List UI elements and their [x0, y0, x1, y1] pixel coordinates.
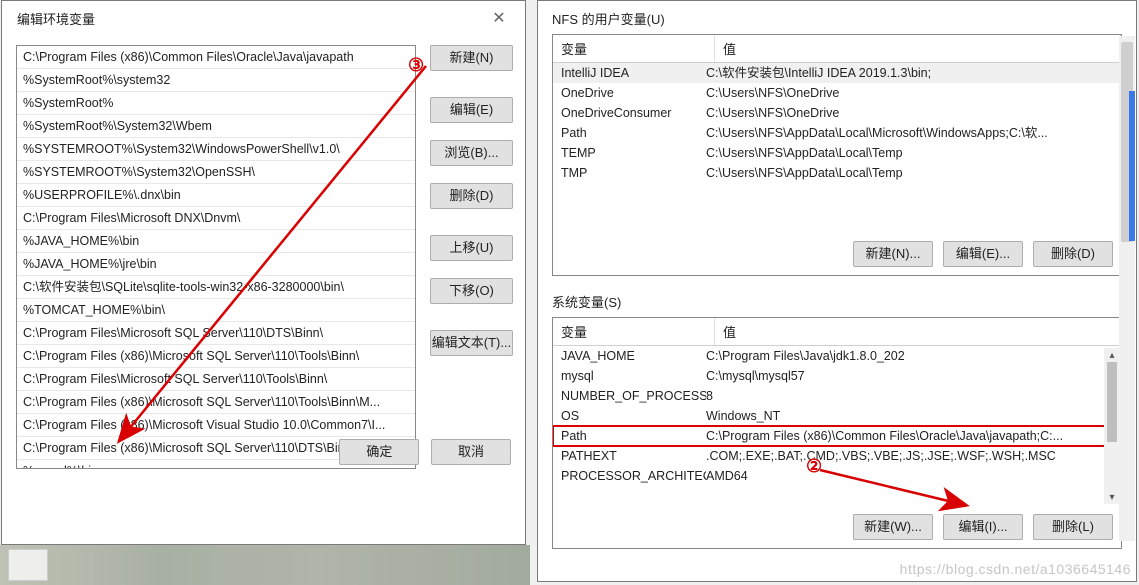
table-row[interactable]: PROCESSOR_ARCHITECT...AMD64 — [553, 466, 1121, 486]
list-item[interactable]: %SystemRoot%\System32\Wbem — [17, 115, 415, 138]
list-item[interactable]: %USERPROFILE%\.dnx\bin — [17, 184, 415, 207]
marker-3: ③ — [408, 55, 424, 76]
table-row[interactable]: OSWindows_NT — [553, 406, 1121, 426]
list-item[interactable]: C:\Program Files (x86)\Common Files\Orac… — [17, 46, 415, 69]
close-icon[interactable]: ✕ — [483, 6, 515, 30]
sys-vars-box: 变量 值 JAVA_HOMEC:\Program Files\Java\jdk1… — [552, 317, 1122, 549]
user-vars-box: 变量 值 IntelliJ IDEAC:\软件安装包\IntelliJ IDEA… — [552, 34, 1122, 276]
table-row[interactable]: PathC:\Users\NFS\AppData\Local\Microsoft… — [553, 123, 1121, 143]
sys-vars-body: JAVA_HOMEC:\Program Files\Java\jdk1.8.0_… — [553, 346, 1121, 506]
user-vars-body: IntelliJ IDEAC:\软件安装包\IntelliJ IDEA 2019… — [553, 63, 1121, 233]
list-item[interactable]: %SystemRoot% — [17, 92, 415, 115]
list-item[interactable]: C:\Program Files\Microsoft DNX\Dnvm\ — [17, 207, 415, 230]
table-row[interactable]: NUMBER_OF_PROCESSORS8 — [553, 386, 1121, 406]
column-variable[interactable]: 变量 — [553, 318, 715, 345]
sys-delete-button[interactable]: 删除(L) — [1033, 514, 1113, 540]
table-row[interactable]: IntelliJ IDEAC:\软件安装包\IntelliJ IDEA 2019… — [553, 63, 1121, 83]
list-item[interactable]: C:\Program Files\Microsoft SQL Server\11… — [17, 368, 415, 391]
list-item[interactable]: C:\Program Files\Microsoft SQL Server\11… — [17, 322, 415, 345]
table-row[interactable]: JAVA_HOMEC:\Program Files\Java\jdk1.8.0_… — [553, 346, 1121, 366]
ok-button[interactable]: 确定 — [339, 439, 419, 465]
table-row[interactable]: OneDriveConsumerC:\Users\NFS\OneDrive — [553, 103, 1121, 123]
list-item[interactable]: C:\Program Files (x86)\Microsoft SQL Ser… — [17, 391, 415, 414]
move-up-button[interactable]: 上移(U) — [430, 235, 513, 261]
user-delete-button[interactable]: 删除(D) — [1033, 241, 1113, 267]
list-item[interactable]: %SYSTEMROOT%\System32\WindowsPowerShell\… — [17, 138, 415, 161]
table-row[interactable]: TMPC:\Users\NFS\AppData\Local\Temp — [553, 163, 1121, 183]
cancel-button[interactable]: 取消 — [431, 439, 511, 465]
list-item[interactable]: %JAVA_HOME%\bin — [17, 230, 415, 253]
scroll-up-icon[interactable]: ▴ — [1104, 348, 1120, 362]
titlebar: 编辑环境变量 ✕ — [2, 1, 525, 35]
table-row[interactable]: TEMPC:\Users\NFS\AppData\Local\Temp — [553, 143, 1121, 163]
new-button[interactable]: 新建(N) — [430, 45, 513, 71]
list-item[interactable]: %SYSTEMROOT%\System32\OpenSSH\ — [17, 161, 415, 184]
edit-env-var-dialog: 编辑环境变量 ✕ C:\Program Files (x86)\Common F… — [1, 0, 526, 545]
list-item[interactable]: C:\软件安装包\SQLite\sqlite-tools-win32-x86-3… — [17, 276, 415, 299]
scroll-down-icon[interactable]: ▾ — [1104, 490, 1120, 504]
list-item[interactable]: C:\Program Files (x86)\Microsoft Visual … — [17, 414, 415, 437]
user-edit-button[interactable]: 编辑(E)... — [943, 241, 1023, 267]
list-item[interactable]: %TOMCAT_HOME%\bin\ — [17, 299, 415, 322]
edit-text-button[interactable]: 编辑文本(T)... — [430, 330, 513, 356]
table-row[interactable]: mysqlC:\mysql\mysql57 — [553, 366, 1121, 386]
column-value[interactable]: 值 — [715, 318, 1121, 345]
move-down-button[interactable]: 下移(O) — [430, 278, 513, 304]
sys-vars-buttons: 新建(W)... 编辑(I)... 删除(L) — [553, 506, 1121, 548]
user-vars-buttons: 新建(N)... 编辑(E)... 删除(D) — [553, 233, 1121, 275]
path-list[interactable]: C:\Program Files (x86)\Common Files\Orac… — [16, 45, 416, 469]
sys-scrollbar[interactable]: ▴ ▾ — [1104, 348, 1120, 504]
sys-vars-caption: 系统变量(S) — [538, 284, 1136, 315]
sys-new-button[interactable]: 新建(W)... — [853, 514, 933, 540]
table-row[interactable]: PATHEXT.COM;.EXE;.BAT;.CMD;.VBS;.VBE;.JS… — [553, 446, 1121, 466]
table-row[interactable]: OneDriveC:\Users\NFS\OneDrive — [553, 83, 1121, 103]
delete-button[interactable]: 删除(D) — [430, 183, 513, 209]
scroll-thumb[interactable] — [1107, 362, 1117, 442]
list-item[interactable]: %JAVA_HOME%\jre\bin — [17, 253, 415, 276]
env-vars-panel: NFS 的用户变量(U) 变量 值 IntelliJ IDEAC:\软件安装包\… — [537, 0, 1137, 582]
dialog-title: 编辑环境变量 — [17, 9, 95, 28]
scrollbar-accent — [1129, 91, 1135, 241]
user-new-button[interactable]: 新建(N)... — [853, 241, 933, 267]
column-variable[interactable]: 变量 — [553, 35, 715, 62]
user-vars-caption: NFS 的用户变量(U) — [538, 1, 1136, 32]
edit-button[interactable]: 编辑(E) — [430, 97, 513, 123]
column-value[interactable]: 值 — [715, 35, 1121, 62]
watermark: https://blog.csdn.net/a1036645146 — [900, 561, 1131, 577]
list-item[interactable]: %SystemRoot%\system32 — [17, 69, 415, 92]
table-header: 变量 值 — [553, 35, 1121, 63]
table-header: 变量 值 — [553, 318, 1121, 346]
dialog-footer: 确定 取消 — [331, 439, 511, 465]
task-tab — [8, 549, 48, 581]
browse-button[interactable]: 浏览(B)... — [430, 140, 513, 166]
background-strip — [0, 545, 530, 585]
sys-edit-button[interactable]: 编辑(I)... — [943, 514, 1023, 540]
table-row-path[interactable]: PathC:\Program Files (x86)\Common Files\… — [553, 426, 1121, 446]
list-item[interactable]: C:\Program Files (x86)\Microsoft SQL Ser… — [17, 345, 415, 368]
marker-2: ② — [806, 456, 822, 477]
